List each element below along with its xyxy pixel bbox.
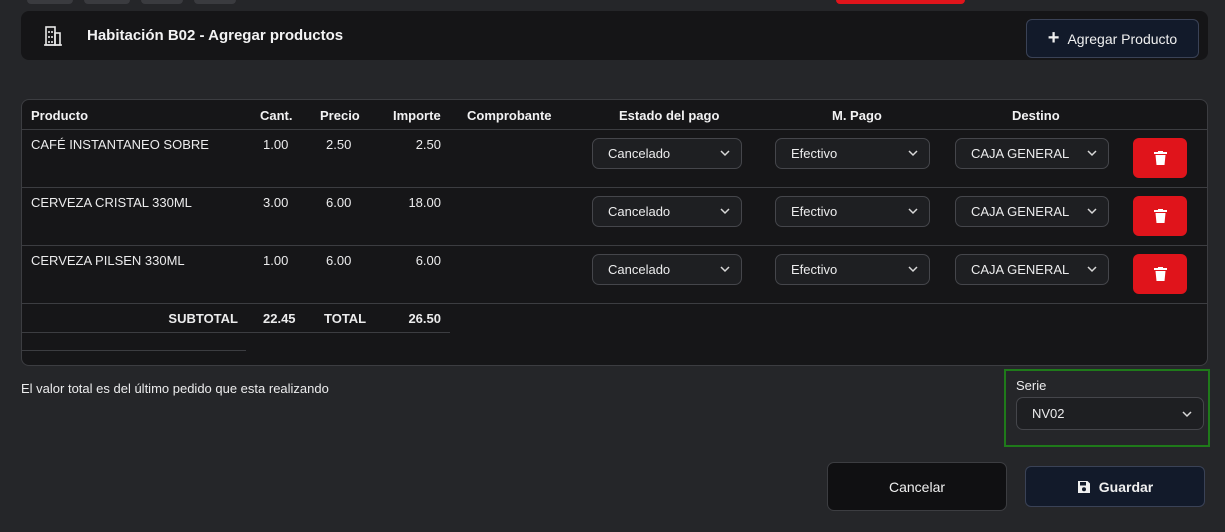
chevron-down-icon <box>908 150 918 157</box>
subtotal-value: 22.45 <box>263 311 296 326</box>
column-header-destino: Destino <box>1012 108 1060 123</box>
save-button[interactable]: Guardar <box>1025 466 1205 507</box>
quantity: 1.00 <box>263 137 289 152</box>
add-product-button[interactable]: + Agregar Producto <box>1026 19 1199 58</box>
total-value: 26.50 <box>408 311 441 326</box>
column-header-metodo-pago: M. Pago <box>832 108 882 123</box>
payment-method-value: Efectivo <box>791 204 838 219</box>
payment-status-select[interactable]: Cancelado <box>592 254 742 285</box>
delete-row-button[interactable] <box>1133 196 1187 236</box>
chevron-down-icon <box>720 208 730 215</box>
payment-method-select[interactable]: Efectivo <box>775 254 930 285</box>
amount: 18.00 <box>408 195 441 210</box>
page-title: Habitación B02 - Agregar productos <box>87 27 344 44</box>
chevron-down-icon <box>908 266 918 273</box>
add-product-label: Agregar Producto <box>1067 30 1178 47</box>
save-button-label: Guardar <box>1098 478 1154 495</box>
trash-icon <box>1153 267 1167 281</box>
serie-label: Serie <box>1016 378 1047 393</box>
product-name: CERVEZA PILSEN 330ML <box>31 253 185 268</box>
payment-method-value: Efectivo <box>791 262 838 277</box>
plus-icon: + <box>1047 26 1060 49</box>
destination-value: CAJA GENERAL <box>971 146 1070 161</box>
chevron-down-icon <box>908 208 918 215</box>
payment-method-select[interactable]: Efectivo <box>775 196 930 227</box>
destination-select[interactable]: CAJA GENERAL <box>955 254 1109 285</box>
destination-value: CAJA GENERAL <box>971 262 1070 277</box>
top-tab-stub <box>194 0 236 4</box>
destination-value: CAJA GENERAL <box>971 204 1070 219</box>
chevron-down-icon <box>1087 150 1097 157</box>
amount: 2.50 <box>415 137 441 152</box>
total-label: TOTAL <box>324 311 367 326</box>
top-tab-stub <box>84 0 130 4</box>
building-icon <box>43 25 63 47</box>
price: 2.50 <box>326 137 352 152</box>
column-header-producto: Producto <box>31 108 89 123</box>
serie-value: NV02 <box>1032 406 1065 421</box>
payment-status-value: Cancelado <box>608 262 671 277</box>
price: 6.00 <box>326 195 352 210</box>
column-header-importe: Importe <box>393 108 441 123</box>
product-name: CERVEZA CRISTAL 330ML <box>31 195 192 210</box>
top-red-button-stub <box>836 0 965 4</box>
destination-select[interactable]: CAJA GENERAL <box>955 196 1109 227</box>
column-header-precio: Precio <box>320 108 360 123</box>
top-tab-stub <box>141 0 183 4</box>
chevron-down-icon <box>720 150 730 157</box>
chevron-down-icon <box>1182 411 1192 418</box>
serie-select[interactable]: NV02 <box>1016 397 1204 430</box>
destination-select[interactable]: CAJA GENERAL <box>955 138 1109 169</box>
chevron-down-icon <box>1087 208 1097 215</box>
trash-icon <box>1153 209 1167 223</box>
chevron-down-icon <box>1087 266 1097 273</box>
total-note: El valor total es del último pedido que … <box>21 381 329 396</box>
row-divider <box>22 245 1207 246</box>
price: 6.00 <box>326 253 352 268</box>
row-divider <box>22 303 1207 304</box>
column-header-comprobante: Comprobante <box>467 108 552 123</box>
payment-method-value: Efectivo <box>791 146 838 161</box>
cancel-button[interactable]: Cancelar <box>827 462 1007 511</box>
amount: 6.00 <box>415 253 441 268</box>
payment-status-select[interactable]: Cancelado <box>592 196 742 227</box>
delete-row-button[interactable] <box>1133 138 1187 178</box>
payment-status-select[interactable]: Cancelado <box>592 138 742 169</box>
row-divider <box>22 187 1207 188</box>
column-header-cant: Cant. <box>260 108 293 123</box>
payment-status-value: Cancelado <box>608 146 671 161</box>
delete-row-button[interactable] <box>1133 254 1187 294</box>
payment-status-value: Cancelado <box>608 204 671 219</box>
trash-icon <box>1153 151 1167 165</box>
quantity: 1.00 <box>263 253 289 268</box>
totals-divider <box>22 332 450 333</box>
product-name: CAFÉ INSTANTANEO SOBRE <box>31 137 209 152</box>
quantity: 3.00 <box>263 195 289 210</box>
top-tab-stub <box>27 0 73 4</box>
chevron-down-icon <box>720 266 730 273</box>
products-table: Producto Cant. Precio Importe Comprobant… <box>21 99 1208 366</box>
subtotal-label: SUBTOTAL <box>168 311 238 326</box>
payment-method-select[interactable]: Efectivo <box>775 138 930 169</box>
column-header-estado-pago: Estado del pago <box>619 108 720 123</box>
totals-divider <box>22 350 246 351</box>
row-divider <box>22 129 1207 130</box>
floppy-disk-icon <box>1077 480 1090 493</box>
cancel-button-label: Cancelar <box>888 478 946 495</box>
